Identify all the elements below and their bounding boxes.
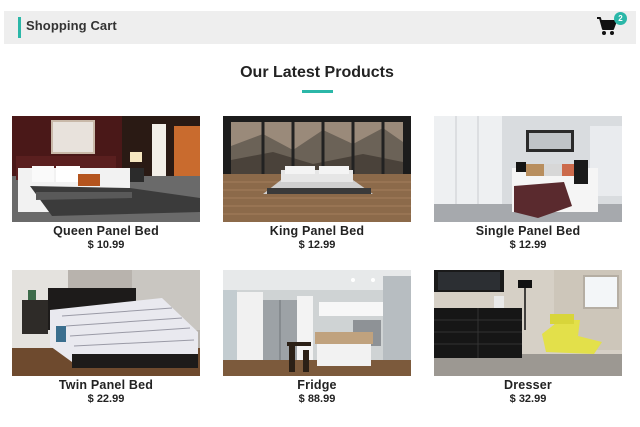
product-price: $ 32.99 [509,393,547,405]
product-price: $ 12.99 [298,239,336,251]
header-bar: Shopping Cart 2 [4,11,636,44]
product-name[interactable]: Queen Panel Bed [12,224,200,238]
product-name[interactable]: Twin Panel Bed [12,378,200,392]
product-price: $ 22.99 [87,393,125,405]
product-image-dresser[interactable] [434,270,622,376]
product-name[interactable]: Single Panel Bed [434,224,622,238]
cart-count-badge: 2 [614,12,627,25]
product-card-fridge[interactable]: Fridge $ 88.99 [223,270,411,405]
product-name[interactable]: Fridge [223,378,411,392]
product-price: $ 88.99 [298,393,336,405]
title-underline [302,90,333,93]
product-name[interactable]: Dresser [434,378,622,392]
product-image-king-panel-bed[interactable] [223,116,411,222]
product-image-single-panel-bed[interactable] [434,116,622,222]
product-card-dresser[interactable]: Dresser $ 32.99 [434,270,622,405]
app-title[interactable]: Shopping Cart [26,18,117,33]
product-name[interactable]: King Panel Bed [223,224,411,238]
product-image-fridge[interactable] [223,270,411,376]
product-card-single-panel-bed[interactable]: Single Panel Bed $ 12.99 [434,116,622,251]
cart-button[interactable]: 2 [596,12,627,40]
product-card-queen-panel-bed[interactable]: Queen Panel Bed $ 10.99 [12,116,200,251]
product-price: $ 12.99 [509,239,547,251]
section-title: Our Latest Products [240,64,394,81]
product-card-twin-panel-bed[interactable]: Twin Panel Bed $ 22.99 [12,270,200,405]
product-image-queen-panel-bed[interactable] [12,116,200,222]
product-card-king-panel-bed[interactable]: King Panel Bed $ 12.99 [223,116,411,251]
product-image-twin-panel-bed[interactable] [12,270,200,376]
product-price: $ 10.99 [87,239,125,251]
header-accent-bar [18,17,21,38]
